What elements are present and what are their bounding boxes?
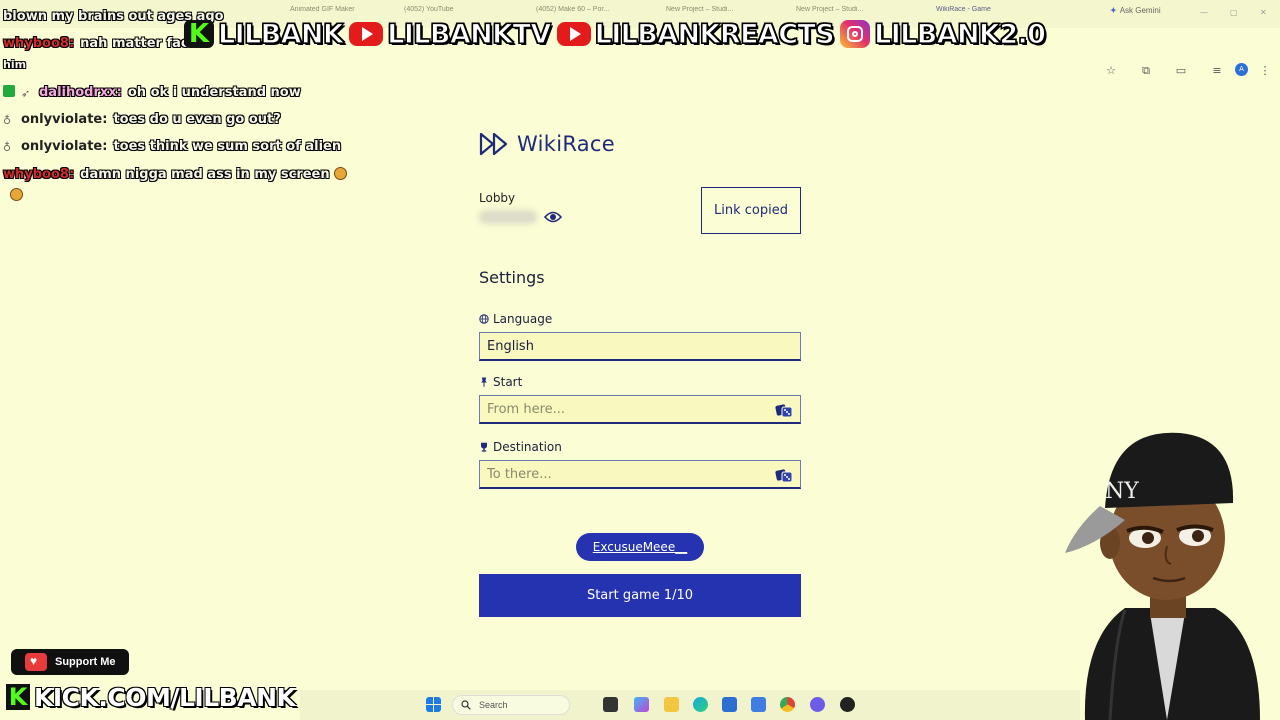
chat-text: nah matter fac xyxy=(80,36,189,51)
chat-message: whyboo8: damn nigga mad ass in my screen xyxy=(3,167,347,183)
youtube-reacts-handle: LILBANKREACTS xyxy=(556,18,835,50)
destination-placeholder: To there... xyxy=(487,466,552,482)
lobby-label: Lobby xyxy=(479,191,516,205)
kick-url-banner: K KICK.COM/LILBANK xyxy=(6,682,296,712)
heart-icon xyxy=(25,653,47,671)
ask-gemini-label: Ask Gemini xyxy=(1119,6,1161,15)
copilot-icon[interactable] xyxy=(634,697,649,712)
kick-handle: K LILBANK xyxy=(184,18,344,50)
kick-logo-icon: K xyxy=(184,19,214,49)
profile-avatar[interactable]: A xyxy=(1235,63,1248,76)
youtube-handle: LILBANKTV xyxy=(349,18,552,50)
menu-icon[interactable]: ⋮ xyxy=(1258,64,1272,78)
ask-gemini-button[interactable]: ✦ Ask Gemini xyxy=(1110,6,1161,15)
support-label: Support Me xyxy=(55,656,116,668)
app-icon[interactable] xyxy=(751,697,766,712)
kick-url-text: KICK.COM/LILBANK xyxy=(34,682,296,712)
pin-icon xyxy=(481,377,487,387)
instagram-handle: LILBANK2.0 xyxy=(840,18,1047,50)
kick-handle-text: LILBANK xyxy=(217,18,344,50)
drop-badge-icon: ♁ xyxy=(3,114,12,127)
chat-message: ♁ onlyviolate: toes do u even go out? xyxy=(3,112,281,128)
wikirace-logo: WikiRace xyxy=(479,131,615,157)
kick-logo-icon: K xyxy=(6,684,30,710)
chat-text: oh ok i understand now xyxy=(127,85,301,100)
sparkle-icon: ✦ xyxy=(1110,6,1117,15)
file-explorer-icon[interactable] xyxy=(664,697,679,712)
tab-search-icon[interactable]: ≡ xyxy=(1210,64,1224,78)
instagram-logo-icon xyxy=(840,20,871,48)
cast-icon[interactable]: ▭ xyxy=(1174,64,1188,78)
chat-message: whyboo8: nah matter fac xyxy=(3,36,189,52)
store-icon[interactable] xyxy=(722,697,737,712)
youtube-reacts-text: LILBANKREACTS xyxy=(594,18,835,50)
player-name-pill[interactable]: ExcusueMeee__ xyxy=(576,533,704,561)
start-label: Start xyxy=(493,375,523,389)
start-placeholder: From here... xyxy=(487,401,566,417)
star-icon[interactable]: ☆ xyxy=(1104,64,1118,78)
taskbar-search[interactable]: Search xyxy=(452,695,570,715)
search-icon xyxy=(461,700,471,710)
extensions-icon[interactable]: ⧉ xyxy=(1139,64,1153,78)
start-game-button[interactable]: Start game 1/10 xyxy=(479,574,801,617)
app-title: WikiRace xyxy=(517,132,615,156)
dice-icon[interactable] xyxy=(775,402,793,418)
chat-text: toes think we sum sort of alien xyxy=(113,139,342,154)
taskbar-search-placeholder: Search xyxy=(479,700,508,710)
copy-link-button[interactable]: Link copied xyxy=(701,187,801,234)
edge-icon[interactable] xyxy=(693,697,708,712)
stream-social-banner: K LILBANK LILBANKTV LILBANKREACTS LILBAN… xyxy=(184,14,1102,54)
globe-icon xyxy=(479,314,489,324)
trophy-icon xyxy=(481,442,487,452)
emote-icon xyxy=(333,167,347,180)
youtube-handle-text: LILBANKTV xyxy=(387,18,552,50)
chat-message: him xyxy=(3,58,26,71)
chat-message: ♁ onlyviolate: toes think we sum sort of a… xyxy=(3,139,341,155)
chrome-icon[interactable] xyxy=(780,697,795,712)
destination-label: Destination xyxy=(493,440,562,454)
language-label: Language xyxy=(493,312,553,326)
maximize-icon[interactable]: ▢ xyxy=(1230,8,1238,17)
settings-heading: Settings xyxy=(479,268,545,287)
close-icon[interactable]: ✕ xyxy=(1260,8,1267,17)
cap-logo: NY xyxy=(1105,479,1139,504)
support-me-button[interactable]: Support Me xyxy=(11,649,129,675)
dice-icon[interactable] xyxy=(775,467,793,483)
gift-badge-icon: ➶ xyxy=(21,87,31,100)
chat-username: dalihodrxx: xyxy=(39,85,122,100)
emote-icon xyxy=(10,188,23,201)
destination-label-row: Destination xyxy=(479,440,562,454)
chat-username: whyboo8: xyxy=(3,167,75,182)
drop-badge-icon: ♁ xyxy=(3,141,12,154)
chat-message: ➶ dalihodrxx: oh ok i understand now xyxy=(3,85,301,101)
windows-taskbar xyxy=(300,690,1080,720)
chat-username: onlyviolate: xyxy=(21,139,108,154)
instagram-handle-text: LILBANK2.0 xyxy=(873,18,1046,50)
language-label-row: Language xyxy=(479,312,552,326)
chat-text: damn nigga mad ass in my screen xyxy=(80,167,330,182)
youtube-logo-icon xyxy=(349,22,384,46)
language-select[interactable]: English xyxy=(479,332,801,361)
eye-icon[interactable] xyxy=(544,210,562,224)
lobby-code-hidden xyxy=(479,210,537,224)
windows-start-icon[interactable] xyxy=(426,697,441,712)
minimize-icon[interactable]: — xyxy=(1200,8,1208,17)
fast-forward-icon xyxy=(479,132,508,156)
obs-icon[interactable] xyxy=(840,697,855,712)
start-label-row: Start xyxy=(479,375,522,389)
chat-username: onlyviolate: xyxy=(21,112,108,127)
chat-username: whyboo8: xyxy=(3,36,75,51)
chat-text: toes do u even go out? xyxy=(113,112,281,127)
chat-text: him xyxy=(3,58,27,71)
destination-article-input[interactable]: To there... xyxy=(479,460,801,489)
task-view-icon[interactable] xyxy=(603,697,618,712)
discord-icon[interactable] xyxy=(810,697,825,712)
start-article-input[interactable]: From here... xyxy=(479,395,801,424)
streamer-avatar: NY xyxy=(1065,432,1260,720)
language-value: English xyxy=(487,338,534,354)
subscriber-badge-icon xyxy=(3,85,15,97)
youtube-logo-icon xyxy=(556,22,591,46)
